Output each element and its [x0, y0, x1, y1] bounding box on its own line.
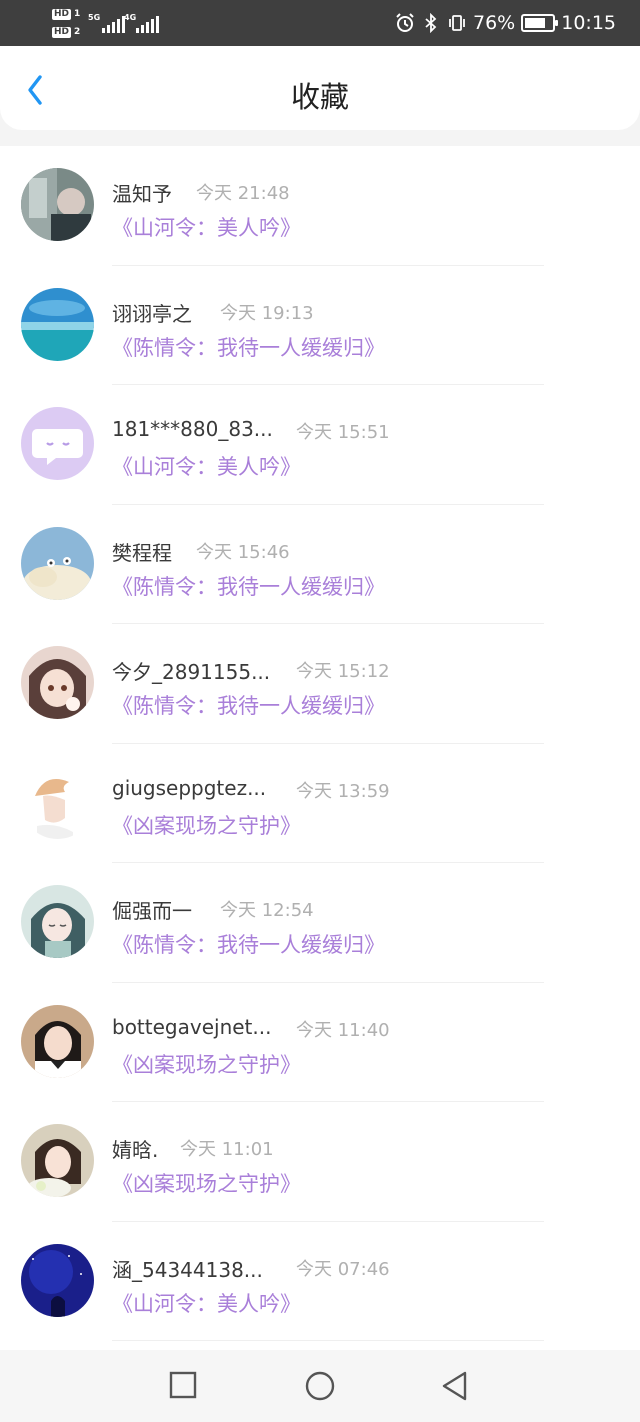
timestamp: 今天 21:48: [196, 183, 290, 204]
user-name: 樊程程: [112, 540, 172, 565]
work-title-link[interactable]: 《陈情令：我待一人缓缓归》: [112, 929, 385, 959]
work-title-link[interactable]: 《凶案现场之守护》: [112, 1168, 301, 1198]
user-name: giugseppgtez...: [112, 775, 267, 800]
user-name: 温知予: [112, 182, 172, 206]
square-icon: [169, 1371, 197, 1399]
triangle-back-icon: [442, 1371, 467, 1401]
list-item[interactable]: 倔强而一 今天 12:54 《陈情令：我待一人缓缓归》: [0, 863, 640, 983]
work-title-link[interactable]: 《山河令：美人吟》: [112, 451, 301, 481]
timestamp: 今天 11:01: [180, 1139, 274, 1160]
default-chat-avatar[interactable]: [21, 407, 94, 480]
list-item[interactable]: 181***880_83... 今天 15:51 《山河令：美人吟》: [0, 385, 640, 505]
clock: 10:15: [561, 12, 616, 34]
home-button[interactable]: [304, 1370, 335, 1401]
sim-indicators: HD 1 HD 2 5G 4G: [52, 7, 162, 41]
work-title-link[interactable]: 《凶案现场之守护》: [112, 1049, 301, 1079]
timestamp: 今天 15:12: [296, 661, 390, 682]
anime-avatar[interactable]: [21, 885, 94, 958]
signal-strength-icon: [136, 13, 159, 33]
timestamp: 今天 15:51: [296, 422, 390, 443]
timestamp: 今天 19:13: [220, 302, 314, 324]
user-name: 倔强而一: [112, 899, 192, 923]
cloud-avatar[interactable]: [21, 526, 94, 600]
signal-strength-icon: [102, 13, 125, 33]
favorites-list: 温知予 今天 21:48 《山河令：美人吟》 诩诩亭之 今天 19:13 《陈情令：我待一…: [0, 146, 640, 1350]
timestamp: 今天 15:46: [196, 541, 290, 563]
work-title-link[interactable]: 《陈情令：我待一人缓缓归》: [112, 332, 385, 362]
system-nav-bar: [0, 1350, 640, 1422]
list-item[interactable]: giugseppgtez... 今天 13:59 《凶案现场之守护》: [0, 744, 640, 863]
portrait-avatar[interactable]: [21, 1004, 94, 1078]
list-item[interactable]: 今夕_2891155... 今天 15:12 《陈情令：我待一人缓缓归》: [0, 624, 640, 744]
user-name: 今夕_2891155...: [112, 660, 271, 684]
photo-avatar[interactable]: [21, 168, 94, 241]
timestamp: 今天 13:59: [296, 780, 390, 802]
list-item[interactable]: 诩诩亭之 今天 19:13 《陈情令：我待一人缓缓归》: [0, 266, 640, 385]
page-title: 收藏: [290, 80, 349, 114]
anime-girl-avatar[interactable]: [21, 646, 94, 719]
user-name: bottegavejnet...: [112, 1014, 272, 1039]
sim1-hd-badge: HD: [52, 9, 72, 20]
sim1-number: 1: [74, 9, 81, 19]
vibrate-icon: [447, 13, 467, 33]
timestamp: 今天 07:46: [296, 1258, 390, 1280]
user-name: 181***880_83...: [112, 417, 273, 441]
status-right: 76% 10:15: [395, 0, 616, 46]
user-name: 婧晗.: [112, 1138, 159, 1162]
timestamp: 今天 11:40: [296, 1019, 390, 1041]
nav-back-button[interactable]: [440, 1370, 470, 1401]
divider: [112, 1340, 544, 1341]
user-name: 涵_54344138...: [112, 1257, 263, 1282]
status-bar: HD 1 HD 2 5G 4G 76% 10:15: [0, 0, 640, 46]
network-4g-label: 4G: [124, 13, 137, 22]
list-item[interactable]: 婧晗. 今天 11:01 《凶案现场之守护》: [0, 1102, 640, 1222]
illustration-avatar[interactable]: [21, 765, 94, 839]
list-item[interactable]: 涵_54344138... 今天 07:46 《山河令：美人吟》: [0, 1222, 640, 1341]
work-title-link[interactable]: 《凶案现场之守护》: [112, 810, 301, 840]
list-item[interactable]: 温知予 今天 21:48 《山河令：美人吟》: [0, 146, 640, 266]
list-item[interactable]: 樊程程 今天 15:46 《陈情令：我待一人缓缓归》: [0, 505, 640, 624]
app-header: 收藏: [0, 46, 640, 130]
work-title-link[interactable]: 《山河令：美人吟》: [112, 212, 301, 242]
battery-percent: 76%: [473, 12, 516, 34]
alarm-icon: [395, 13, 415, 33]
night-sky-avatar[interactable]: [21, 1243, 94, 1317]
user-name: 诩诩亭之: [112, 301, 192, 326]
sea-avatar[interactable]: [21, 287, 94, 361]
work-title-link[interactable]: 《山河令：美人吟》: [112, 1288, 301, 1318]
girl-portrait-avatar[interactable]: [21, 1124, 94, 1197]
bluetooth-icon: [421, 12, 441, 34]
network-5g-label: 5G: [88, 13, 101, 22]
list-item[interactable]: bottegavejnet... 今天 11:40 《凶案现场之守护》: [0, 983, 640, 1102]
battery-icon: [521, 14, 559, 32]
circle-icon: [305, 1371, 335, 1401]
timestamp: 今天 12:54: [220, 900, 314, 921]
sim2-number: 2: [74, 27, 81, 37]
work-title-link[interactable]: 《陈情令：我待一人缓缓归》: [112, 690, 385, 720]
sim2-hd-badge: HD: [52, 27, 72, 38]
work-title-link[interactable]: 《陈情令：我待一人缓缓归》: [112, 571, 385, 601]
recents-button[interactable]: [168, 1370, 198, 1400]
